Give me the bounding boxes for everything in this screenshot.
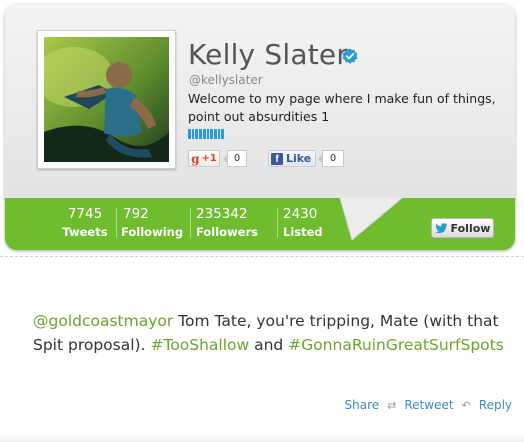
reply-link[interactable]: Reply <box>479 398 512 412</box>
share-link[interactable]: Share <box>345 398 380 412</box>
follow-button-label: Follow <box>450 221 491 235</box>
tweet-hashtag-link[interactable]: #TooShallow <box>150 336 249 354</box>
stat-tweets-value: 7745 <box>67 206 103 222</box>
tweet-actions: Share ⇄ Retweet ↶ Reply <box>345 398 512 412</box>
stat-followers-value: 235342 <box>196 206 248 222</box>
stat-tweets[interactable]: 7745 Tweets <box>60 206 110 240</box>
tweet-hashtag-link[interactable]: #GonnaRuinGreatSurfSpots <box>288 336 504 354</box>
retweet-link[interactable]: Retweet <box>404 398 453 412</box>
tweet-text-part: and <box>249 336 289 354</box>
stat-divider <box>277 208 278 238</box>
reply-icon: ↶ <box>461 398 471 412</box>
stat-followers[interactable]: 235342 Followers <box>196 206 258 240</box>
google-plus-icon: g <box>191 151 200 166</box>
tweet-mention-link[interactable]: @goldcoastmayor <box>33 312 173 330</box>
stat-listed[interactable]: 2430 Listed <box>283 206 329 240</box>
stat-following[interactable]: 792 Following <box>121 206 185 240</box>
google-plus-label: +1 <box>201 153 217 164</box>
activity-meter <box>188 129 225 139</box>
avatar <box>44 37 169 162</box>
facebook-like-label: Like <box>286 152 312 165</box>
follow-button[interactable]: Follow <box>431 218 494 238</box>
google-plus-count: 0 <box>223 150 247 167</box>
profile-handle[interactable]: @kellyslater <box>189 73 263 87</box>
twitter-bird-icon <box>434 222 448 233</box>
google-plus-button[interactable]: g +1 <box>188 150 220 167</box>
stat-tweets-label: Tweets <box>62 225 108 239</box>
stat-divider <box>190 208 191 238</box>
facebook-like-count: 0 <box>318 150 344 167</box>
stat-listed-value: 2430 <box>283 206 318 222</box>
tweet-text: @goldcoastmayor Tom Tate, you're trippin… <box>33 309 513 357</box>
twitter-profile-widget: Kelly Slater @kellyslater Welcome to my … <box>0 0 524 442</box>
verified-badge-icon <box>342 48 358 64</box>
profile-bio: Welcome to my page where I make fun of t… <box>188 91 496 124</box>
retweet-icon: ⇄ <box>387 398 397 412</box>
stat-following-label: Following <box>121 225 184 239</box>
bottom-fade <box>0 432 524 442</box>
divider <box>0 256 524 257</box>
profile-name[interactable]: Kelly Slater <box>188 38 348 71</box>
facebook-like-button[interactable]: f Like <box>268 150 316 167</box>
avatar-frame[interactable] <box>37 30 176 169</box>
stat-divider <box>116 208 117 238</box>
stat-listed-label: Listed <box>283 225 323 239</box>
facebook-icon: f <box>271 152 283 165</box>
stat-following-value: 792 <box>123 206 149 222</box>
stat-followers-label: Followers <box>196 225 259 239</box>
